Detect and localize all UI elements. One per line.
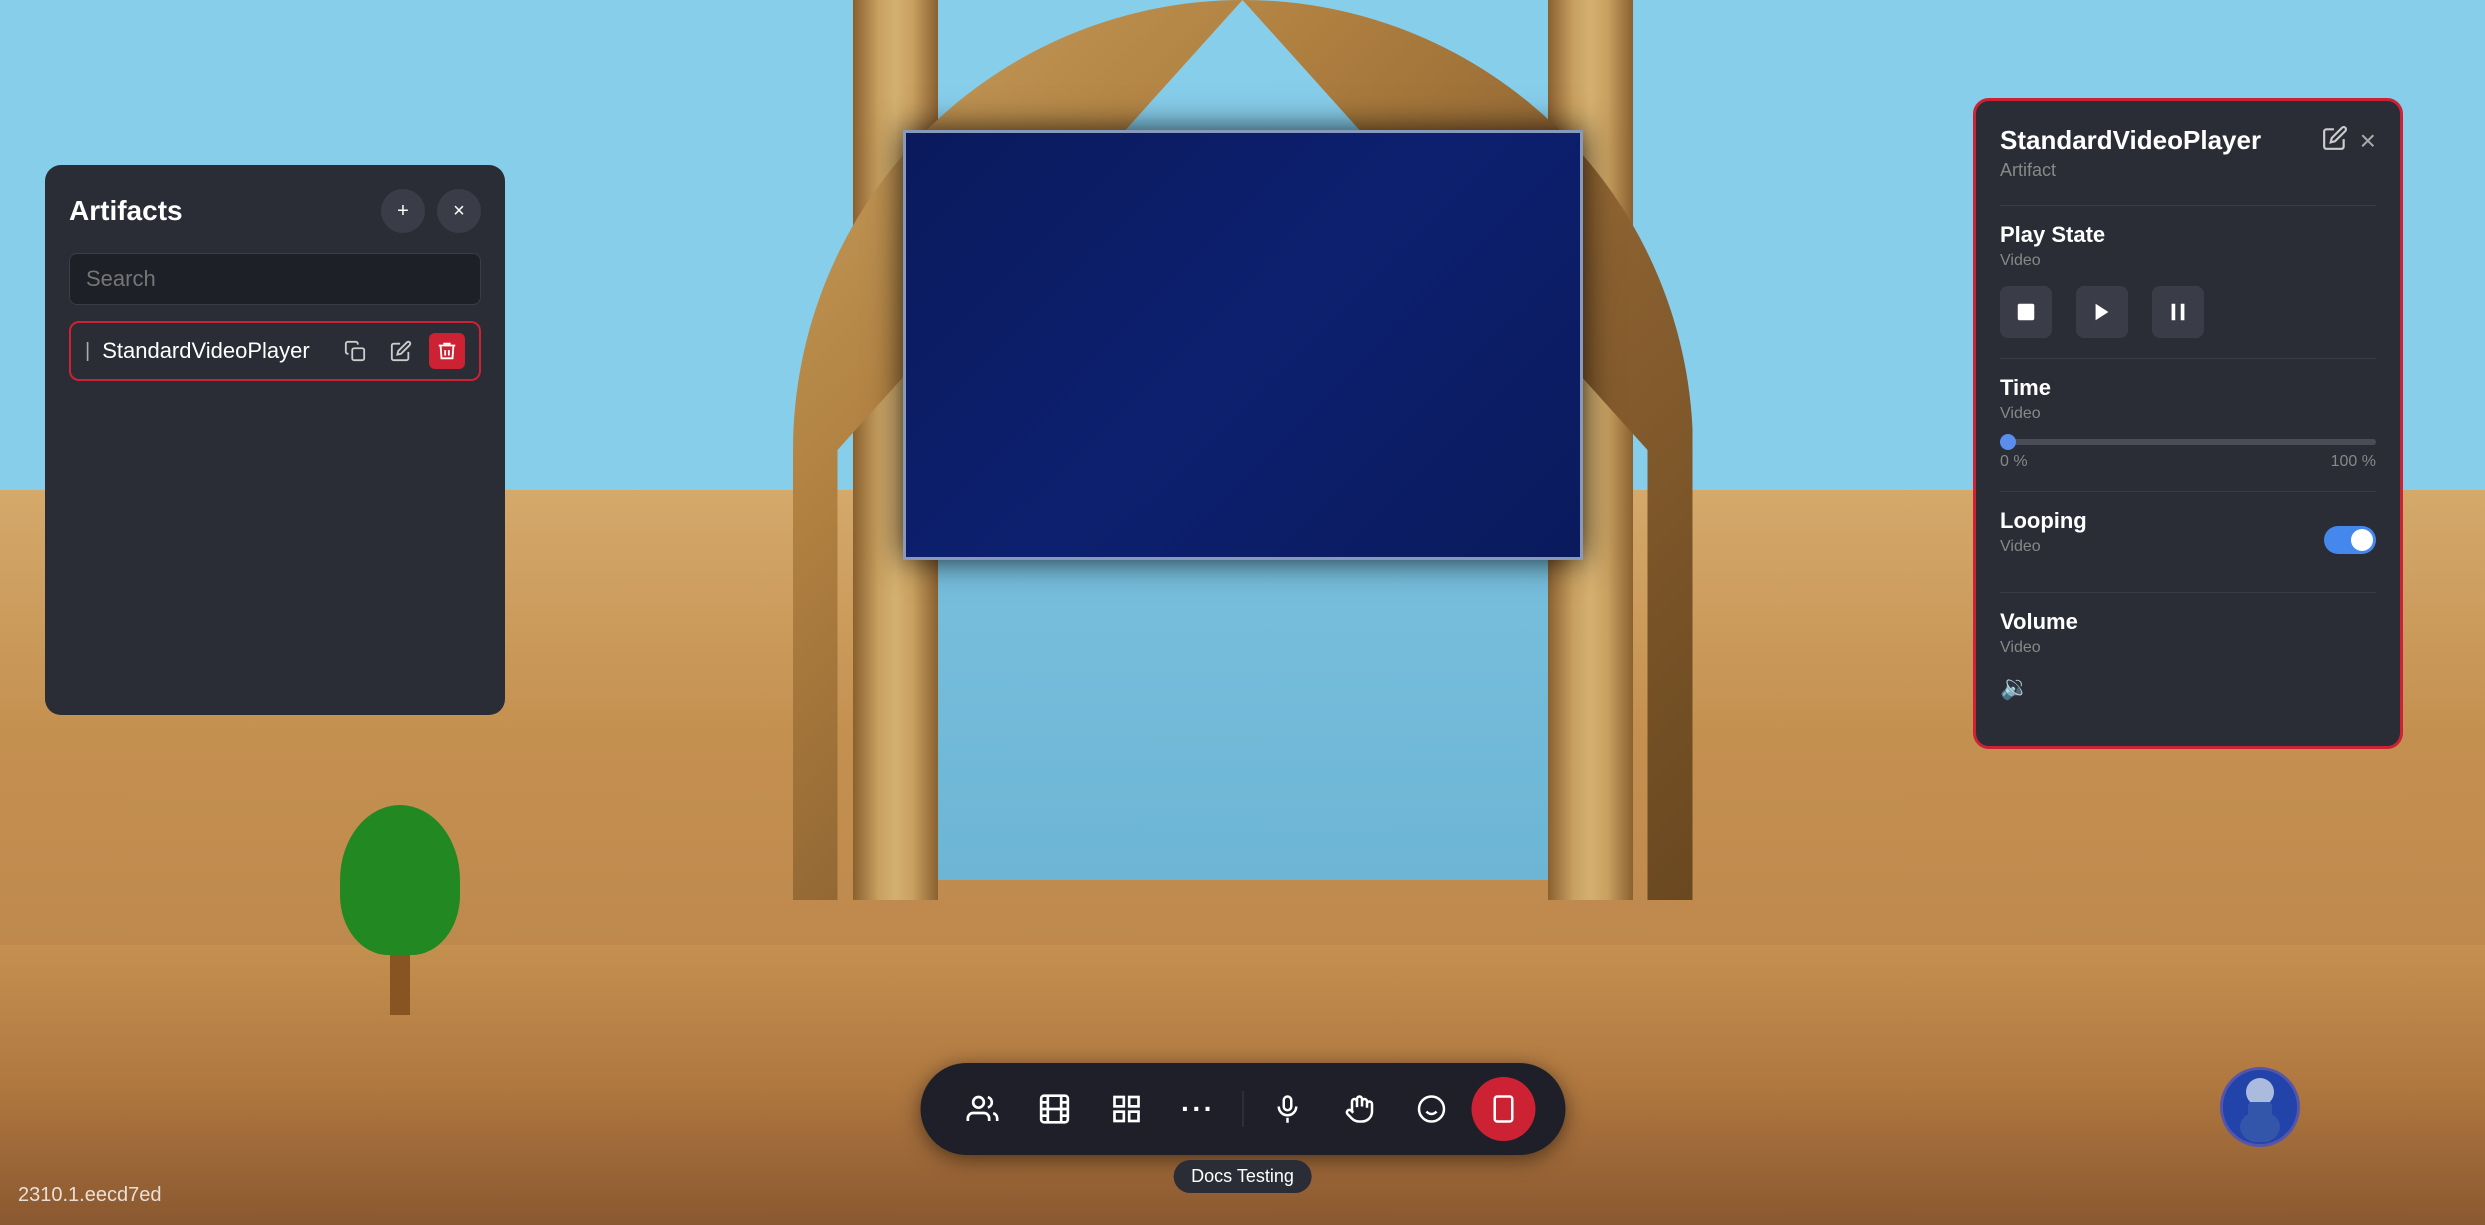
tree-canopy xyxy=(340,805,460,955)
user-avatar[interactable] xyxy=(2220,1067,2300,1147)
looping-toggle[interactable] xyxy=(2324,526,2376,554)
panel-edit-button[interactable] xyxy=(2322,125,2348,157)
toolbar-more-button[interactable]: ··· xyxy=(1166,1077,1230,1141)
close-artifacts-button[interactable]: × xyxy=(437,189,481,233)
toolbar-people-button[interactable] xyxy=(950,1077,1014,1141)
toolbar-share-button[interactable] xyxy=(1471,1077,1535,1141)
artifacts-panel: Artifacts + × | StandardVideoPlayer xyxy=(45,165,505,715)
play-state-label: Play State xyxy=(2000,222,2376,248)
artifact-cursor-icon: | xyxy=(85,340,90,363)
toolbar-tooltip: Docs Testing xyxy=(1173,1160,1312,1193)
artifact-list-item[interactable]: | StandardVideoPlayer xyxy=(69,321,481,381)
volume-icon-row: 🔉 xyxy=(2000,673,2376,702)
video-screen xyxy=(903,130,1583,560)
looping-label: Looping xyxy=(2000,508,2087,534)
toolbar-mic-button[interactable] xyxy=(1255,1077,1319,1141)
pause-button[interactable] xyxy=(2152,286,2204,338)
artifact-item-name: StandardVideoPlayer xyxy=(102,338,325,364)
time-label: Time xyxy=(2000,375,2376,401)
toolbar-emoji-button[interactable] xyxy=(1399,1077,1463,1141)
looping-label-group: Looping Video xyxy=(2000,508,2087,572)
artifact-delete-button[interactable] xyxy=(429,333,465,369)
play-button[interactable] xyxy=(2076,286,2128,338)
panel-header: StandardVideoPlayer Artifact × xyxy=(2000,125,2376,181)
version-label: 2310.1.eecd7ed xyxy=(18,1184,161,1207)
toolbar-divider xyxy=(1242,1091,1243,1127)
avatar-figure xyxy=(2230,1072,2290,1142)
bottom-toolbar: ··· xyxy=(920,1063,1565,1155)
toolbar-film-button[interactable] xyxy=(1022,1077,1086,1141)
slider-labels: 0 % 100 % xyxy=(2000,453,2376,471)
time-section: Time Video 0 % 100 % xyxy=(2000,375,2376,471)
play-state-sublabel: Video xyxy=(2000,252,2376,270)
panel-header-actions: × xyxy=(2322,125,2376,157)
tree-trunk xyxy=(390,955,410,1015)
artifacts-header: Artifacts + × xyxy=(69,189,481,233)
looping-row: Looping Video xyxy=(2000,508,2376,572)
time-slider-track xyxy=(2000,439,2376,445)
panel-close-button[interactable]: × xyxy=(2360,125,2376,157)
toolbar-grid-button[interactable] xyxy=(1094,1077,1158,1141)
time-slider-container: 0 % 100 % xyxy=(2000,439,2376,471)
artifact-edit-button[interactable] xyxy=(383,333,419,369)
time-slider-thumb[interactable] xyxy=(2000,434,2016,450)
artifacts-header-buttons: + × xyxy=(381,189,481,233)
panel-title-section: StandardVideoPlayer Artifact xyxy=(2000,125,2261,181)
volume-label: Volume xyxy=(2000,609,2376,635)
artifacts-title: Artifacts xyxy=(69,195,183,227)
divider-1 xyxy=(2000,205,2376,206)
artifact-item-actions xyxy=(337,333,465,369)
looping-sublabel: Video xyxy=(2000,538,2087,556)
slider-max-label: 100 % xyxy=(2331,453,2376,471)
artifact-copy-button[interactable] xyxy=(337,333,373,369)
video-player-panel: StandardVideoPlayer Artifact × Play Stat… xyxy=(1973,98,2403,749)
divider-3 xyxy=(2000,491,2376,492)
divider-4 xyxy=(2000,592,2376,593)
volume-sublabel: Video xyxy=(2000,639,2376,657)
play-state-section: Play State Video xyxy=(2000,222,2376,338)
panel-title: StandardVideoPlayer xyxy=(2000,125,2261,156)
search-input[interactable] xyxy=(69,253,481,305)
add-artifact-button[interactable]: + xyxy=(381,189,425,233)
divider-2 xyxy=(2000,358,2376,359)
stop-button[interactable] xyxy=(2000,286,2052,338)
volume-icon: 🔉 xyxy=(2000,674,2030,701)
slider-min-label: 0 % xyxy=(2000,453,2028,471)
panel-subtitle: Artifact xyxy=(2000,160,2261,181)
toolbar-hand-button[interactable] xyxy=(1327,1077,1391,1141)
looping-section: Looping Video xyxy=(2000,508,2376,572)
tree-left xyxy=(340,805,460,1005)
play-controls xyxy=(2000,286,2376,338)
volume-section: Volume Video 🔉 xyxy=(2000,609,2376,702)
video-screen-inner xyxy=(906,133,1580,557)
time-sublabel: Video xyxy=(2000,405,2376,423)
